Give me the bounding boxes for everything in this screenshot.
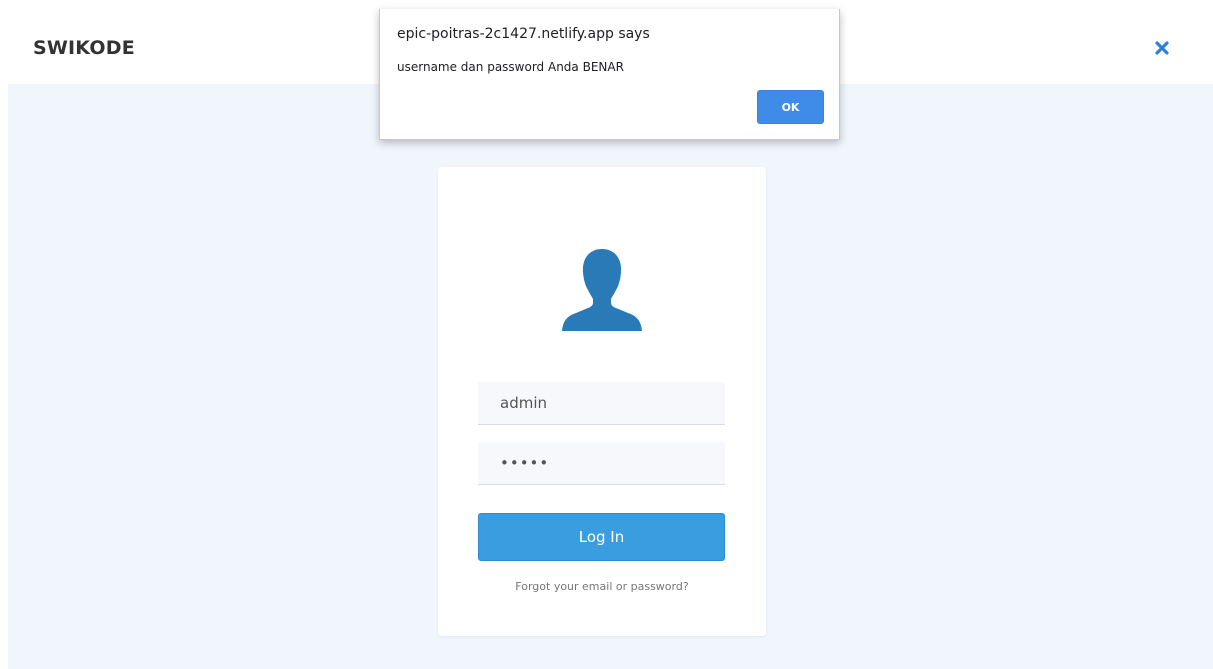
login-page: SWIKODE Log In Forgot your email or pass…: [0, 0, 1213, 669]
username-input[interactable]: [478, 382, 725, 425]
close-button[interactable]: [1152, 38, 1172, 58]
user-silhouette-icon: [562, 249, 642, 331]
alert-dialog: epic-poitras-2c1427.netlify.app says use…: [379, 9, 840, 140]
brand-logo-text: SWIKODE: [33, 37, 135, 59]
login-button[interactable]: Log In: [478, 513, 725, 561]
login-card: Log In Forgot your email or password?: [438, 167, 766, 636]
alert-message: username dan password Anda BENAR: [397, 60, 624, 74]
alert-ok-button[interactable]: OK: [757, 90, 824, 124]
forgot-password-link[interactable]: Forgot your email or password?: [438, 580, 766, 593]
password-input[interactable]: [478, 442, 725, 485]
close-icon: [1155, 41, 1169, 55]
user-avatar: [562, 247, 642, 331]
alert-title: epic-poitras-2c1427.netlify.app says: [397, 26, 650, 42]
